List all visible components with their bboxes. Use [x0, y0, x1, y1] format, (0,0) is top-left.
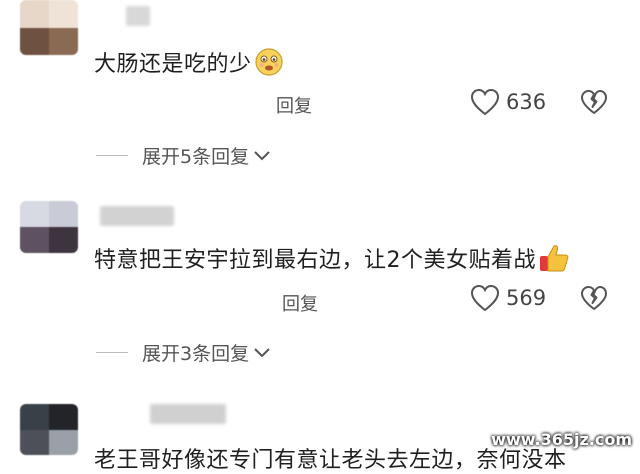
comment-item: 特意把王安宇拉到最右边，让2个美女贴着战 回复 569 展开3条回复: [0, 198, 640, 378]
avatar[interactable]: [20, 0, 78, 55]
divider-line: [96, 155, 128, 156]
reply-button[interactable]: 回复: [276, 92, 312, 118]
chevron-down-icon: [254, 150, 270, 160]
expand-replies-button[interactable]: 展开3条回复: [96, 339, 271, 366]
heart-outline-icon: [470, 88, 500, 116]
thumbs-up-emoji: [538, 242, 570, 280]
avatar[interactable]: [20, 404, 78, 455]
reply-button[interactable]: 回复: [282, 290, 318, 316]
broken-heart-icon: [581, 286, 607, 310]
smiling-face-emoji: [254, 47, 284, 83]
comment-item: 大肠还是吃的少 回复 636 展开5条回复: [0, 0, 640, 180]
username-redacted: [150, 404, 226, 424]
watermark: www.365jz.com: [491, 430, 632, 449]
broken-heart-icon: [581, 90, 607, 114]
expand-replies-label: 展开5条回复: [142, 146, 250, 168]
dislike-button[interactable]: [580, 285, 608, 315]
username-redacted: [100, 206, 174, 226]
dislike-button[interactable]: [580, 89, 608, 119]
like-button[interactable]: 636: [470, 88, 546, 116]
avatar[interactable]: [20, 201, 78, 253]
divider-line: [96, 352, 128, 353]
like-count: 636: [506, 90, 547, 114]
chevron-down-icon: [254, 347, 270, 357]
like-count: 569: [506, 286, 547, 310]
heart-outline-icon: [470, 284, 500, 312]
like-button[interactable]: 569: [470, 284, 546, 312]
username-redacted: [126, 6, 150, 26]
comment-text: 大肠还是吃的少: [94, 46, 284, 83]
expand-replies-label: 展开3条回复: [142, 343, 250, 365]
expand-replies-button[interactable]: 展开5条回复: [96, 142, 271, 169]
comment-text: 特意把王安宇拉到最右边，让2个美女贴着战: [94, 242, 570, 280]
